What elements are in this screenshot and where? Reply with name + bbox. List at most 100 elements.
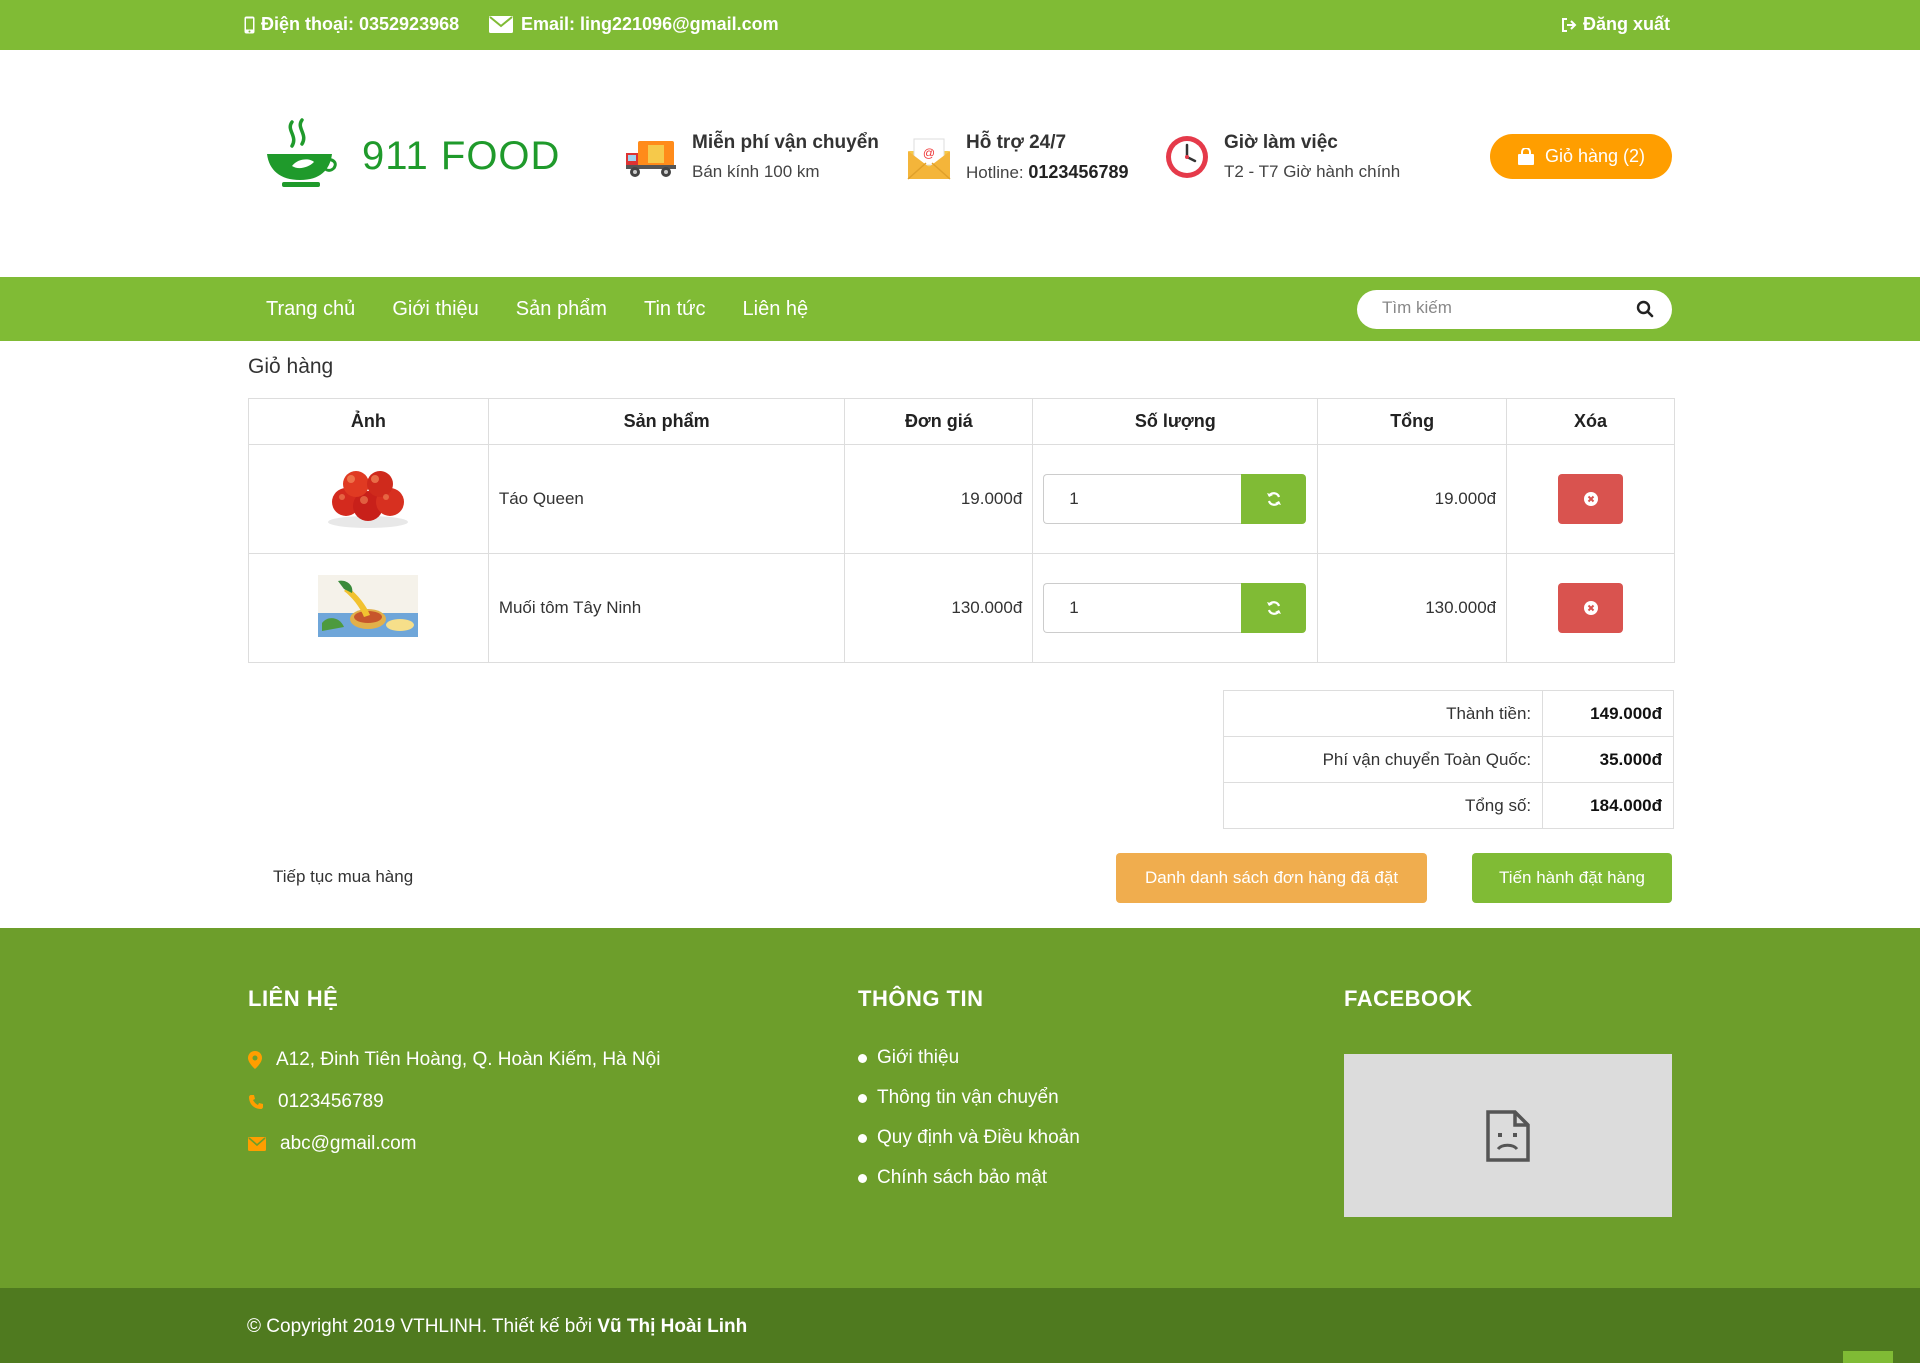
search-icon[interactable] — [1636, 300, 1654, 318]
cart-button[interactable]: Giỏ hàng (2) — [1490, 134, 1672, 179]
nav-item-home[interactable]: Trang chủ — [266, 298, 355, 321]
broken-document-icon — [1486, 1109, 1530, 1162]
subtotal-value: 149.000đ — [1542, 690, 1674, 737]
update-quantity-button[interactable] — [1241, 583, 1307, 633]
col-delete: Xóa — [1506, 398, 1675, 445]
hotline-number: 0123456789 — [1028, 162, 1129, 182]
footer-email-text: abc@gmail.com — [280, 1133, 417, 1154]
copyright-text: © Copyright 2019 VTHLINH. Thiết kế bởi V… — [247, 1316, 747, 1338]
footer-link-about[interactable]: Giới thiệu — [858, 1042, 1088, 1074]
product-price: 130.000đ — [844, 553, 1034, 663]
nav-item-products[interactable]: Sản phẩm — [516, 298, 607, 321]
footer-phone: 0123456789 — [248, 1091, 660, 1113]
remove-item-button[interactable] — [1558, 583, 1624, 633]
grand-total-value: 184.000đ — [1542, 782, 1674, 829]
mobile-phone-icon — [244, 16, 255, 33]
nav-item-contact[interactable]: Liên hệ — [743, 298, 809, 321]
top-phone: Điện thoại: 0352923968 — [244, 14, 459, 35]
nav-item-news[interactable]: Tin tức — [644, 298, 706, 321]
back-to-top-button[interactable] — [1843, 1351, 1893, 1363]
remove-item-button[interactable] — [1558, 474, 1624, 524]
product-image-shrimp-salt[interactable] — [318, 574, 419, 637]
site-header: 911 FOOD Miễn phí vận chuyển Bán kính 10… — [0, 50, 1920, 277]
product-price: 19.000đ — [844, 444, 1034, 554]
phone-icon — [249, 1095, 263, 1109]
footer-facebook: FACEBOOK — [1344, 986, 1672, 1217]
main-nav: Trang chủ Giới thiệu Sản phẩm Tin tức Li… — [0, 277, 1920, 341]
brand-name: 911 FOOD — [362, 133, 561, 178]
feature-shipping-subtitle: Bán kính 100 km — [692, 162, 820, 181]
search-box — [1357, 290, 1672, 329]
search-input[interactable] — [1382, 298, 1622, 318]
feature-hours-subtitle: T2 - T7 Giờ hành chính — [1224, 162, 1401, 181]
col-price: Đơn giá — [844, 398, 1034, 445]
summary-row: Phí vận chuyển Toàn Quốc: 35.000đ — [1222, 736, 1674, 783]
order-summary: Thành tiền: 149.000đ Phí vận chuyển Toàn… — [1222, 690, 1674, 829]
copyright-author: Vũ Thị Hoài Linh — [597, 1316, 748, 1337]
facebook-embed-placeholder[interactable] — [1344, 1054, 1672, 1217]
logo[interactable]: 911 FOOD — [262, 118, 560, 194]
logout-link[interactable]: Đăng xuất — [1561, 14, 1670, 35]
quantity-cell — [1032, 444, 1319, 554]
copyright-bar: © Copyright 2019 VTHLINH. Thiết kế bởi V… — [0, 1288, 1920, 1363]
line-total: 130.000đ — [1317, 553, 1508, 663]
feature-shipping-title: Miễn phí vận chuyển — [692, 132, 879, 153]
col-product: Sản phẩm — [487, 398, 846, 445]
feature-support-subtitle: Hotline: 0123456789 — [966, 162, 1128, 183]
page-title: Giỏ hàng — [248, 355, 334, 378]
grand-total-label: Tổng số: — [1222, 782, 1544, 829]
truck-icon — [626, 141, 676, 177]
top-phone-text: Điện thoại: 0352923968 — [261, 14, 460, 34]
quantity-input[interactable] — [1043, 583, 1242, 633]
col-total: Tổng — [1317, 398, 1508, 445]
order-list-button[interactable]: Danh danh sách đơn hàng đã đặt — [1116, 853, 1427, 903]
col-image: Ảnh — [248, 398, 489, 445]
top-email-text: Email: ling221096@gmail.com — [521, 14, 779, 34]
shipping-value: 35.000đ — [1542, 736, 1674, 783]
footer-email: abc@gmail.com — [248, 1133, 660, 1155]
sign-out-icon — [1561, 17, 1577, 32]
product-name: Muối tôm Tây Ninh — [487, 553, 846, 663]
product-image-cell — [248, 444, 489, 554]
product-name: Táo Queen — [487, 444, 846, 554]
envelope-icon — [248, 1137, 266, 1151]
cart-button-label[interactable]: Giỏ hàng (2) — [1545, 146, 1645, 167]
shopping-bag-icon — [1517, 147, 1534, 165]
logout-label[interactable]: Đăng xuất — [1583, 14, 1670, 35]
quantity-input[interactable] — [1043, 474, 1242, 524]
footer-phone-text: 0123456789 — [278, 1091, 384, 1112]
times-circle-icon — [1583, 601, 1598, 615]
footer-info-heading: THÔNG TIN — [858, 986, 984, 1011]
footer-contact: LIÊN HỆ A12, Đinh Tiên Hoàng, Q. Hoàn Ki… — [248, 986, 660, 1155]
delete-cell — [1506, 553, 1675, 663]
continue-shopping-link[interactable]: Tiếp tục mua hàng — [273, 867, 413, 887]
map-marker-icon — [248, 1051, 262, 1069]
footer-address: A12, Đinh Tiên Hoàng, Q. Hoàn Kiếm, Hà N… — [248, 1049, 660, 1071]
refresh-icon — [1266, 492, 1281, 506]
footer-info-links: Giới thiệu Thông tin vận chuyển Quy định… — [858, 1042, 1088, 1194]
cart-table: Ảnh Sản phẩm Đơn giá Số lượng Tổng Xóa T… — [248, 398, 1675, 663]
footer-link-shipping[interactable]: Thông tin vận chuyển — [858, 1082, 1088, 1114]
footer-address-text: A12, Đinh Tiên Hoàng, Q. Hoàn Kiếm, Hà N… — [276, 1049, 661, 1070]
quantity-cell — [1032, 553, 1319, 663]
nav-item-about[interactable]: Giới thiệu — [392, 298, 478, 321]
footer-link-privacy[interactable]: Chính sách bảo mật — [858, 1162, 1088, 1194]
refresh-icon — [1266, 601, 1281, 615]
table-row: Táo Queen 19.000đ 19.000đ — [248, 444, 1675, 554]
envelope-icon — [489, 16, 513, 33]
hotline-label: Hotline: — [966, 163, 1024, 182]
svg-text:@: @ — [923, 146, 935, 160]
delete-cell — [1506, 444, 1675, 554]
footer-link-terms[interactable]: Quy định và Điều khoản — [858, 1122, 1088, 1154]
update-quantity-button[interactable] — [1241, 474, 1307, 524]
product-image-cell — [248, 553, 489, 663]
footer-facebook-heading: FACEBOOK — [1344, 986, 1473, 1011]
product-image-apples[interactable] — [320, 462, 416, 532]
feature-support: @ Hỗ trợ 24/7 Hotline: 0123456789 — [906, 132, 1128, 183]
table-row: Muối tôm Tây Ninh 130.000đ 130.000đ — [248, 553, 1675, 663]
feature-hours: Giờ làm việc T2 - T7 Giờ hành chính — [1164, 132, 1400, 182]
checkout-button[interactable]: Tiến hành đặt hàng — [1472, 853, 1672, 903]
footer-info: THÔNG TIN Giới thiệu Thông tin vận chuyể… — [858, 986, 1088, 1202]
envelope-support-icon: @ — [907, 138, 951, 180]
clock-icon — [1166, 136, 1208, 178]
